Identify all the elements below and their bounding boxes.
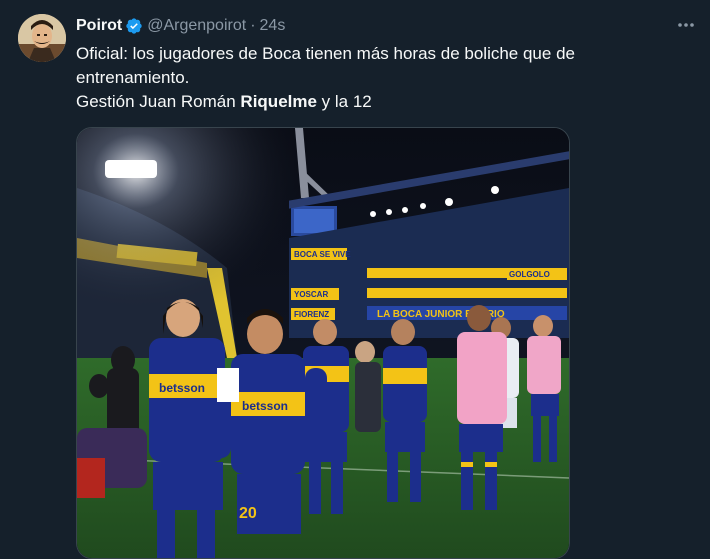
stadium-sign: FIORENZ (294, 310, 329, 319)
more-dots-icon[interactable] (672, 14, 700, 36)
author-handle[interactable]: @Argenpoirot (147, 17, 246, 35)
tweet-header: Poirot @Argenpoirot · 24s (76, 15, 285, 37)
verified-badge-icon (125, 17, 143, 35)
stadium-sign: YOSCAR (294, 290, 328, 299)
kit-sponsor-text: betsson (159, 381, 205, 395)
shirt-number: 20 (239, 505, 257, 522)
tweet-timestamp[interactable]: 24s (260, 17, 286, 35)
tweet-article[interactable]: Poirot @Argenpoirot · 24s Oficial: los j… (0, 0, 710, 559)
kit-sponsor-text: betsson (242, 399, 288, 413)
tweet-text-line: entrenamiento. (76, 68, 190, 87)
author-avatar[interactable] (18, 14, 66, 62)
tweet-text: Oficial: los jugadores de Boca tienen má… (76, 42, 686, 114)
tweet-text-line: Oficial: los jugadores de Boca tienen má… (76, 44, 575, 63)
tweet-text-line: Gestión Juan Román Riquelme y la 12 (76, 90, 686, 114)
separator-dot: · (250, 17, 256, 34)
tweet-text-bold: Riquelme (240, 92, 317, 111)
tweet-text-prefix: Gestión Juan Román (76, 92, 241, 111)
stadium-sign: BOCA SE VIVE (294, 250, 351, 259)
author-name[interactable]: Poirot (76, 17, 122, 35)
tweet-text-suffix: y la 12 (316, 92, 372, 111)
stadium-sign: GOLGOLO (509, 270, 550, 279)
tweet-photo[interactable]: BOCA SE VIVE YOSCAR FIORENZ GOLGOLO LA B… (76, 127, 570, 559)
